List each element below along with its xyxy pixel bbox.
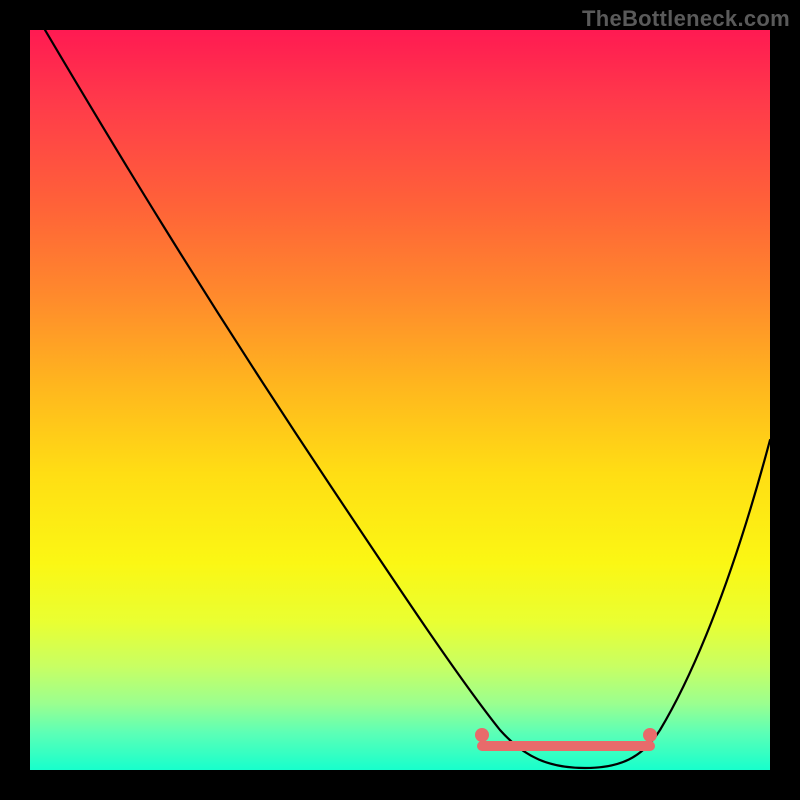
- plot-area: [30, 30, 770, 770]
- watermark-text: TheBottleneck.com: [582, 6, 790, 32]
- bottleneck-curve: [45, 30, 770, 768]
- optimal-range-dot-right: [643, 728, 657, 742]
- chart-svg: [30, 30, 770, 770]
- optimal-range-dot-left: [475, 728, 489, 742]
